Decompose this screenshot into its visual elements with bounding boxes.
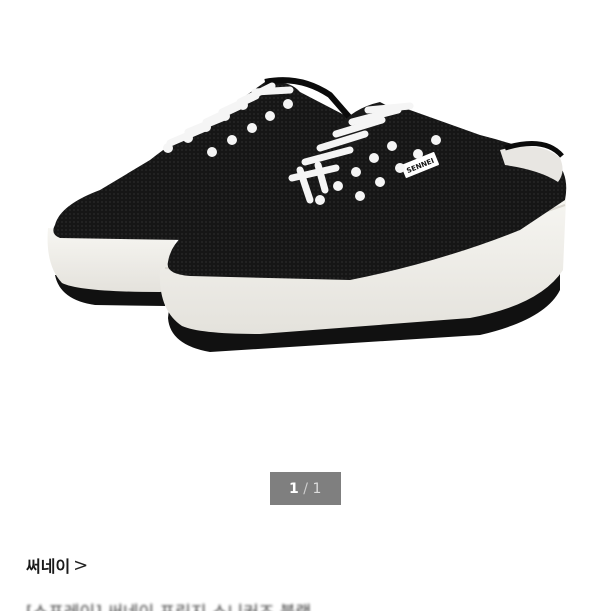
brand-link[interactable]: 써네이 > <box>26 553 88 577</box>
pager-current: 1 <box>289 480 300 497</box>
pager-total: 1 <box>312 480 322 497</box>
product-detail-page: SENNEI 1 / 1 써네이 > <box>0 0 611 611</box>
product-title: [스프레이] 써네이 프린지 스니커즈 블랙 <box>26 598 596 611</box>
brand-name: 써네이 <box>26 557 71 576</box>
sneaker-illustration: SENNEI <box>47 77 567 352</box>
pager-separator: / <box>303 480 309 497</box>
image-pager[interactable]: 1 / 1 <box>270 472 341 505</box>
chevron-right-icon: > <box>73 554 89 576</box>
product-image[interactable]: SENNEI <box>0 0 611 525</box>
